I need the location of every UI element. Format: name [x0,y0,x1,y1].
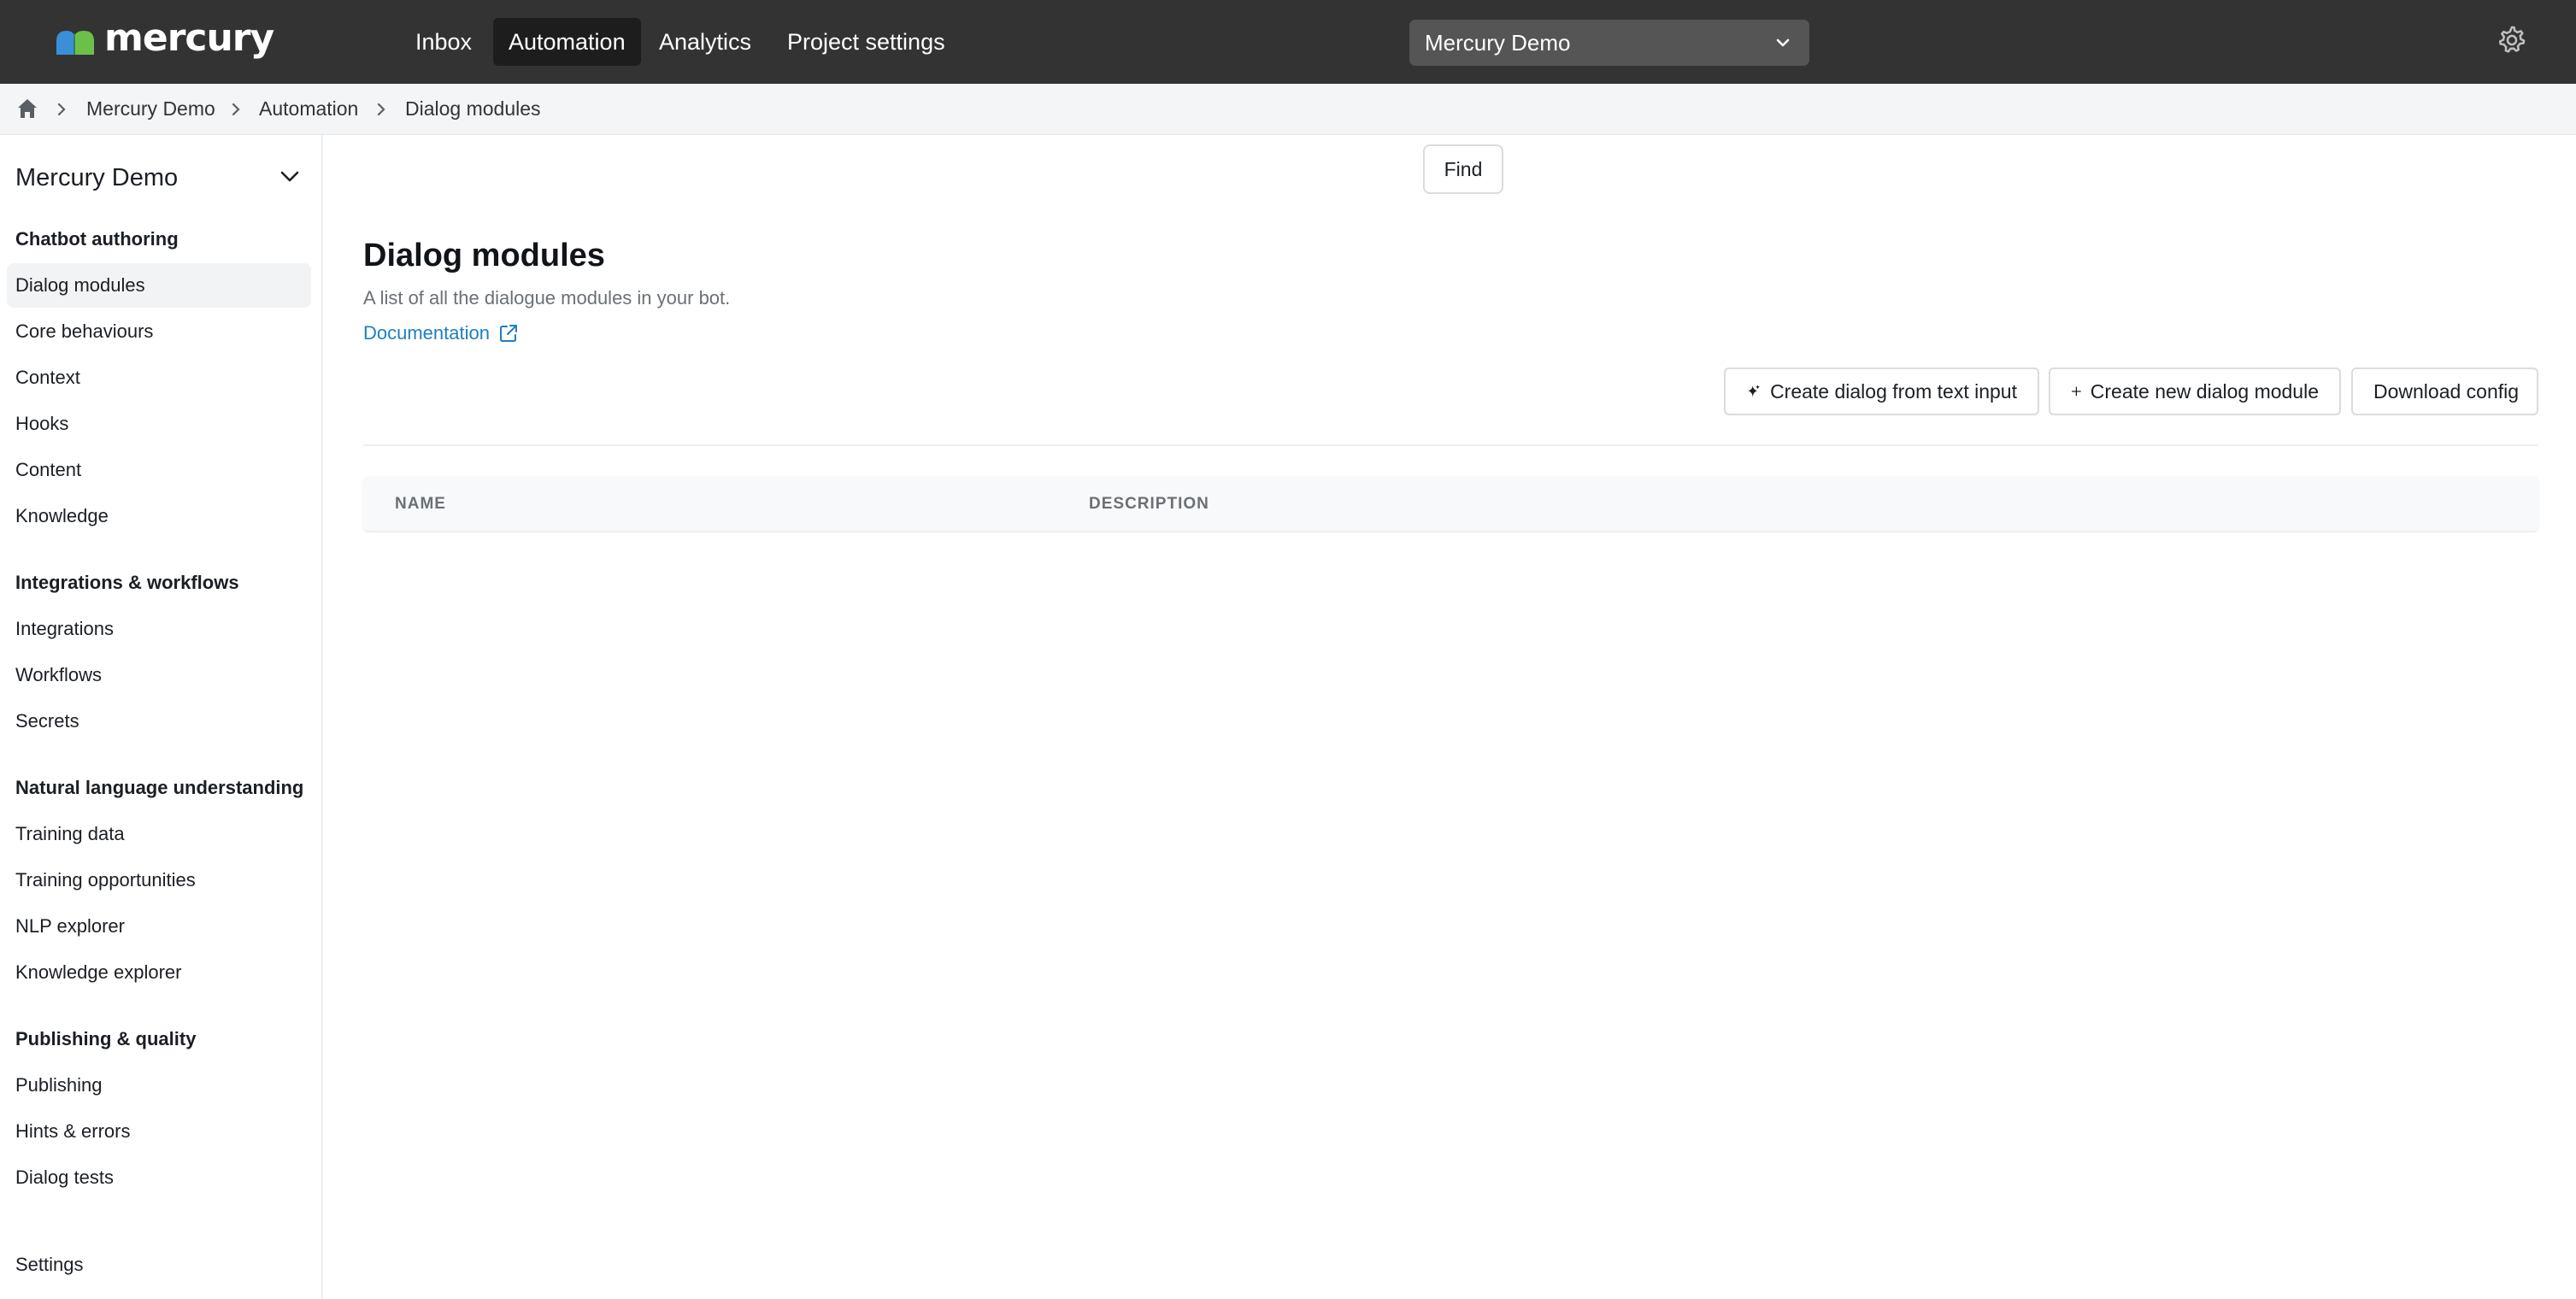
sidebar-heading-publishing-quality: Publishing & quality [15,1028,197,1049]
nav-inbox[interactable]: Inbox [400,18,487,66]
nav-project-settings[interactable]: Project settings [772,18,961,66]
external-link-icon [499,325,517,342]
breadcrumb-item-automation[interactable]: Automation [259,96,358,121]
sidebar-item-training-opportunities[interactable]: Training opportunities [15,867,196,893]
sidebar-project-name[interactable]: Mercury Demo [15,161,178,195]
chevron-right-icon [377,103,385,116]
chevron-down-icon[interactable] [279,166,301,188]
sidebar-item-secrets[interactable]: Secrets [15,708,79,734]
mercury-logo[interactable]: mercury [55,16,274,62]
sidebar-heading-nlu: Natural language understanding [15,777,304,798]
documentation-link[interactable]: Documentation [363,320,519,346]
page-title: Dialog modules [363,238,605,273]
documentation-link-label: Documentation [363,322,490,344]
column-header-description[interactable]: DESCRIPTION [1089,495,1209,514]
sidebar-item-settings[interactable]: Settings [15,1252,84,1278]
breadcrumb: Mercury Demo Automation Dialog modules [0,84,2576,135]
section-divider [363,444,2538,446]
create-dialog-from-text-button[interactable]: Create dialog from text input [1724,367,2039,415]
logo-text: mercury [104,16,274,60]
gear-icon[interactable] [2496,24,2528,56]
mercury-logo-icon [56,31,94,55]
nav-automation[interactable]: Automation [493,18,641,66]
sidebar-item-hooks[interactable]: Hooks [15,411,68,437]
plus-icon [2071,386,2081,397]
find-button[interactable]: Find [1423,144,1503,194]
sidebar-heading-chatbot-authoring: Chatbot authoring [15,228,179,250]
breadcrumb-item-project[interactable]: Mercury Demo [86,96,215,121]
sidebar-item-knowledge-explorer[interactable]: Knowledge explorer [15,960,181,985]
home-icon[interactable] [15,97,39,120]
sidebar-item-training-data[interactable]: Training data [15,821,125,847]
table-header: NAME DESCRIPTION [363,476,2538,531]
column-header-name[interactable]: NAME [395,495,446,514]
top-navigation-bar: mercury Inbox Automation Analytics Proje… [0,0,2576,84]
sidebar-item-workflows[interactable]: Workflows [15,662,102,688]
sidebar-item-content[interactable]: Content [15,457,81,483]
sidebar-item-knowledge[interactable]: Knowledge [15,503,109,529]
sidebar-item-core-behaviours[interactable]: Core behaviours [15,319,153,344]
create-new-dialog-module-button[interactable]: Create new dialog module [2049,367,2341,415]
download-config-label: Download config [2373,380,2520,403]
nav-analytics[interactable]: Analytics [644,18,767,66]
chevron-right-icon [57,103,66,116]
create-dialog-from-text-label: Create dialog from text input [1770,380,2017,403]
chevron-right-icon [232,103,240,116]
sidebar: Mercury Demo Chatbot authoring Dialog mo… [0,135,323,1299]
sidebar-item-integrations[interactable]: Integrations [15,616,114,642]
sparkle-icon [1748,385,1761,397]
project-selector-value: Mercury Demo [1425,30,1571,56]
project-selector[interactable]: Mercury Demo [1409,20,1809,66]
sidebar-item-publishing[interactable]: Publishing [15,1073,103,1098]
sidebar-item-dialog-tests[interactable]: Dialog tests [15,1165,114,1190]
chevron-down-icon [1776,38,1790,47]
sidebar-item-hints-errors[interactable]: Hints & errors [15,1119,130,1144]
page-subtitle: A list of all the dialogue modules in yo… [363,287,731,309]
sidebar-item-nlp-explorer[interactable]: NLP explorer [15,914,125,939]
breadcrumb-item-dialog-modules: Dialog modules [405,97,541,120]
sidebar-item-context[interactable]: Context [15,365,80,391]
sidebar-heading-integrations-workflows: Integrations & workflows [15,572,239,593]
create-new-dialog-module-label: Create new dialog module [2090,380,2319,403]
sidebar-item-dialog-modules[interactable]: Dialog modules [15,273,145,298]
download-config-button[interactable]: Download config [2351,367,2538,415]
